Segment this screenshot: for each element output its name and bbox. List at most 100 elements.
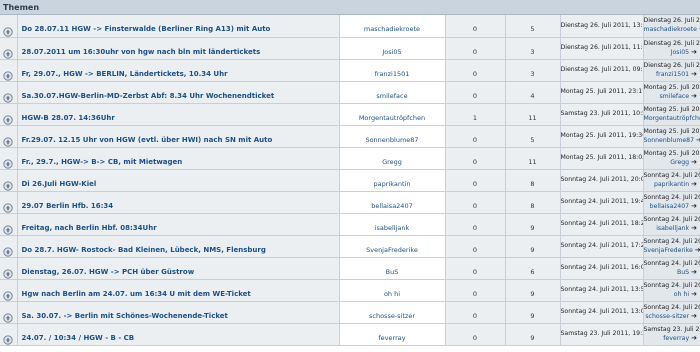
icon-cell <box>0 301 18 324</box>
topic-title-link[interactable]: 24.07. / 10:34 / HGW - B - CB <box>22 334 135 342</box>
topic-status-icon <box>3 44 13 58</box>
goto-last-post-icon[interactable]: ➔ <box>691 334 697 342</box>
goto-last-post-icon[interactable]: ➔ <box>691 202 697 210</box>
last-post-date: Montag 25. Juli 2011, 19:36 <box>643 127 700 135</box>
topic-status-icon <box>3 286 13 300</box>
author-link[interactable]: oh hi <box>384 290 400 298</box>
icon-cell <box>0 125 18 148</box>
last-post-user-link[interactable]: maschadiekroete <box>644 26 697 33</box>
topic-title-link[interactable]: Fr, 29.07., HGW -> BERLIN, Ländertickets… <box>22 70 228 78</box>
created-date-cell: Dienstag 26. Juli 2011, 09:15 <box>560 59 644 82</box>
table-row: 29.07 Berlin Hfb. 16:34 bellaisa2407 0 8 Son… <box>0 191 700 214</box>
topic-title-link[interactable]: Hgw nach Berlin am 24.07. um 16:34 U mit… <box>22 290 251 298</box>
icon-cell <box>0 323 18 346</box>
topic-status-icon <box>3 154 13 168</box>
created-date-cell: Samstag 23. Juli 2011, 19:37 <box>560 323 644 346</box>
author-link[interactable]: Morgentautröpfchen <box>359 114 425 122</box>
author-link[interactable]: Gregg <box>382 158 402 166</box>
last-post-user-link[interactable]: paprikantin <box>654 181 689 188</box>
goto-last-post-icon[interactable]: ➔ <box>691 48 697 56</box>
topic-title-link[interactable]: 28.07.2011 um 16:30uhr von hgw nach bln … <box>22 48 261 56</box>
topic-title-link[interactable]: Dienstag, 26.07. HGW -> PCH über Güstrow <box>22 268 195 276</box>
title-cell: 28.07.2011 um 16:30uhr von hgw nach bln … <box>17 37 340 60</box>
replies-count: 0 <box>472 223 478 232</box>
author-cell: schosse-sitzer <box>339 301 446 324</box>
created-date-cell: Sonntag 24. Juli 2011, 13:53 <box>560 279 644 302</box>
last-post-user-link[interactable]: Morgentautröpfchen <box>644 115 700 122</box>
goto-last-post-icon[interactable]: ➔ <box>695 246 700 254</box>
topic-status-icon <box>3 330 13 344</box>
title-cell: Fr.29.07. 12.15 Uhr von HGW (evtl. über … <box>17 125 340 148</box>
last-post-user-link[interactable]: smileface <box>659 93 689 100</box>
last-post-cell: Sonntag 24. Juli 2011, 16:04 BuS➔ <box>643 257 700 280</box>
views-cell: 9 <box>505 323 561 346</box>
topic-title-link[interactable]: Fr.29.07. 12.15 Uhr von HGW (evtl. über … <box>22 136 273 144</box>
goto-last-post-icon[interactable]: ➔ <box>691 224 697 232</box>
last-post-user-link[interactable]: BuS <box>677 269 689 276</box>
author-cell: Josi05 <box>339 37 446 60</box>
goto-last-post-icon[interactable]: ➔ <box>691 158 697 166</box>
goto-last-post-icon[interactable]: ➔ <box>691 70 697 78</box>
created-date: Sonntag 24. Juli 2011, 20:01 <box>560 176 643 183</box>
created-date: Dienstag 26. Juli 2011, 11:30 <box>560 44 643 51</box>
topic-title-link[interactable]: Do 28.07.11 HGW -> Finsterwalde (Berline… <box>22 25 271 33</box>
author-cell: smileface <box>339 81 446 104</box>
title-cell: HGW-B 28.07. 14:36Uhr <box>17 103 340 126</box>
author-link[interactable]: franzi1501 <box>375 70 410 78</box>
last-post-date: Sonntag 24. Juli 2011, 18:24 <box>643 215 700 223</box>
author-link[interactable]: paprikantin <box>374 180 411 188</box>
created-date: Dienstag 26. Juli 2011, 13:05 <box>560 21 643 29</box>
last-post-user-link[interactable]: feverray <box>663 335 689 342</box>
author-link[interactable]: schosse-sitzer <box>369 312 415 320</box>
author-link[interactable]: smileface <box>376 92 407 100</box>
created-date-cell: Sonntag 24. Juli 2011, 20:01 <box>560 169 644 192</box>
topic-title-link[interactable]: Sa. 30.07. -> Berlin mit Schönes-Wochene… <box>22 312 228 320</box>
goto-last-post-icon[interactable]: ➔ <box>691 290 697 298</box>
author-link[interactable]: isabelljank <box>375 224 410 232</box>
topic-status-icon <box>3 264 13 278</box>
topic-title-link[interactable]: Do 28.7. HGW- Rostock- Bad Kleinen, Lübe… <box>22 246 266 254</box>
last-post-user-link[interactable]: bellaisa2407 <box>650 203 689 210</box>
created-date-cell: Sonntag 24. Juli 2011, 16:04 <box>560 257 644 280</box>
goto-last-post-icon[interactable]: ➔ <box>691 92 697 100</box>
replies-count: 0 <box>472 157 478 166</box>
author-link[interactable]: Sonnenblume87 <box>365 136 418 144</box>
topic-title-link[interactable]: Di 26.Juli HGW-Kiel <box>22 180 97 188</box>
last-post-user-link[interactable]: isabelljank <box>656 225 689 232</box>
replies-cell: 0 <box>445 279 506 302</box>
created-date: Samstag 23. Juli 2011, 10:51 <box>560 110 643 117</box>
created-date: Samstag 23. Juli 2011, 19:37 <box>560 330 643 337</box>
topic-title-link[interactable]: Freitag, nach Berlin Hbf. 08:34Uhr <box>22 224 157 232</box>
last-post-date: Montag 25. Juli 2011, 18:03 <box>643 149 700 157</box>
last-post-user-link[interactable]: franzi1501 <box>656 71 689 78</box>
topic-title-link[interactable]: Sa.30.07.HGW-Berlin-MD-Zerbst Abf: 8.34 … <box>22 92 275 100</box>
author-link[interactable]: Josi05 <box>382 48 401 56</box>
goto-last-post-icon[interactable]: ➔ <box>691 180 697 188</box>
topic-title-link[interactable]: Fr., 29.7., HGW-> B-> CB, mit Mietwagen <box>22 158 183 166</box>
last-post-user-link[interactable]: Sonnenblume87 <box>644 137 695 144</box>
goto-last-post-icon[interactable]: ➔ <box>691 312 697 320</box>
created-date: Sonntag 24. Juli 2011, 13:01 <box>560 308 643 315</box>
author-link[interactable]: BuS <box>386 268 399 276</box>
goto-last-post-icon[interactable]: ➔ <box>696 136 700 144</box>
topic-status-icon <box>3 22 13 36</box>
last-post-date: Sonntag 24. Juli 2011, 17:24 <box>643 237 700 245</box>
replies-count: 0 <box>472 201 478 210</box>
views-cell: 9 <box>505 213 561 236</box>
last-post-date: Sonntag 24. Juli 2011, 13:53 <box>643 281 700 289</box>
author-link[interactable]: feverray <box>378 334 405 342</box>
topic-title-link[interactable]: 29.07 Berlin Hfb. 16:34 <box>22 202 114 210</box>
author-cell: maschadiekroete <box>339 15 446 38</box>
views-count: 11 <box>528 113 537 122</box>
last-post-user-link[interactable]: Gregg <box>670 159 689 166</box>
last-post-user-link[interactable]: Josi05 <box>671 49 689 56</box>
author-link[interactable]: maschadiekroete <box>364 25 420 33</box>
last-post-user-link[interactable]: oh hi <box>674 291 689 298</box>
last-post-cell: Dienstag 26. Juli 2011, 13:05maschadiekr… <box>643 15 700 38</box>
goto-last-post-icon[interactable]: ➔ <box>691 268 697 276</box>
topic-title-link[interactable]: HGW-B 28.07. 14:36Uhr <box>22 114 115 122</box>
author-link[interactable]: SvenjaFrederike <box>366 246 418 254</box>
last-post-user-link[interactable]: schosse-sitzer <box>645 313 689 320</box>
last-post-user-link[interactable]: SvenjaFrederike <box>644 247 693 254</box>
author-link[interactable]: bellaisa2407 <box>371 202 412 210</box>
